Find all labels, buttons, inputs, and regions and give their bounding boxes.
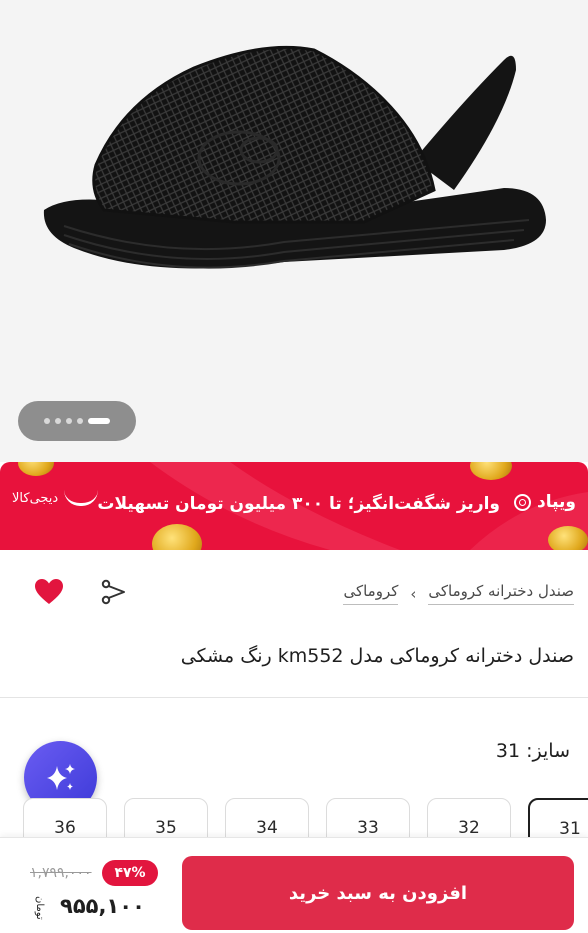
gallery-dot[interactable] [55,418,61,424]
breadcrumb-item-brand[interactable]: کروماکی [343,582,399,605]
vipad-logo-text: ویپاد [537,492,576,512]
purchase-bar: افزودن به سبد خرید ۱,۷۹۹,۰۰۰ ۴۷% ۹۵۵,۱۰۰… [0,837,588,933]
banner-headline: واریز شگفت‌انگیز؛ تا ۳۰۰ میلیون تومان تس… [97,494,500,514]
breadcrumb-row: کروماکی › صندل دخترانه کروماکی [0,564,588,622]
product-image [43,45,546,269]
size-label: سایز: 31 [495,740,570,762]
currency-label: تومان [34,896,45,920]
digikala-smile-icon [64,490,99,506]
divider [0,697,588,698]
discount-badge: ۴۷% [102,860,158,886]
gallery-indicator[interactable] [18,401,136,441]
sparkle-icon [46,763,75,790]
vipad-logo: ویپاد [514,492,576,512]
final-price: ۹۵۵,۱۰۰ [60,894,145,918]
gallery-dot[interactable] [77,418,83,424]
chevron-left-icon: › [410,584,417,603]
digikala-logo-text: دیجی‌کالا [12,490,59,506]
vipad-logo-icon [514,493,531,511]
breadcrumb: کروماکی › صندل دخترانه کروماکی [343,582,574,605]
heart-icon[interactable] [34,578,64,606]
product-gallery[interactable] [0,0,588,462]
add-to-cart-button[interactable]: افزودن به سبد خرید [182,856,574,930]
gallery-dot-active[interactable] [88,418,110,424]
share-icon[interactable] [100,578,128,606]
old-price: ۱,۷۹۹,۰۰۰ [30,865,92,881]
coin-decoration [548,526,588,550]
gallery-dot[interactable] [44,418,50,424]
promo-banner[interactable]: ویپاد واریز شگفت‌انگیز؛ تا ۳۰۰ میلیون تو… [0,462,588,550]
gallery-dot[interactable] [66,418,72,424]
product-title: صندل دخترانه کروماکی مدل km552 رنگ مشکی [180,645,574,667]
digikala-logo: دیجی‌کالا [12,490,99,506]
breadcrumb-item-category[interactable]: صندل دخترانه کروماکی [428,582,574,605]
